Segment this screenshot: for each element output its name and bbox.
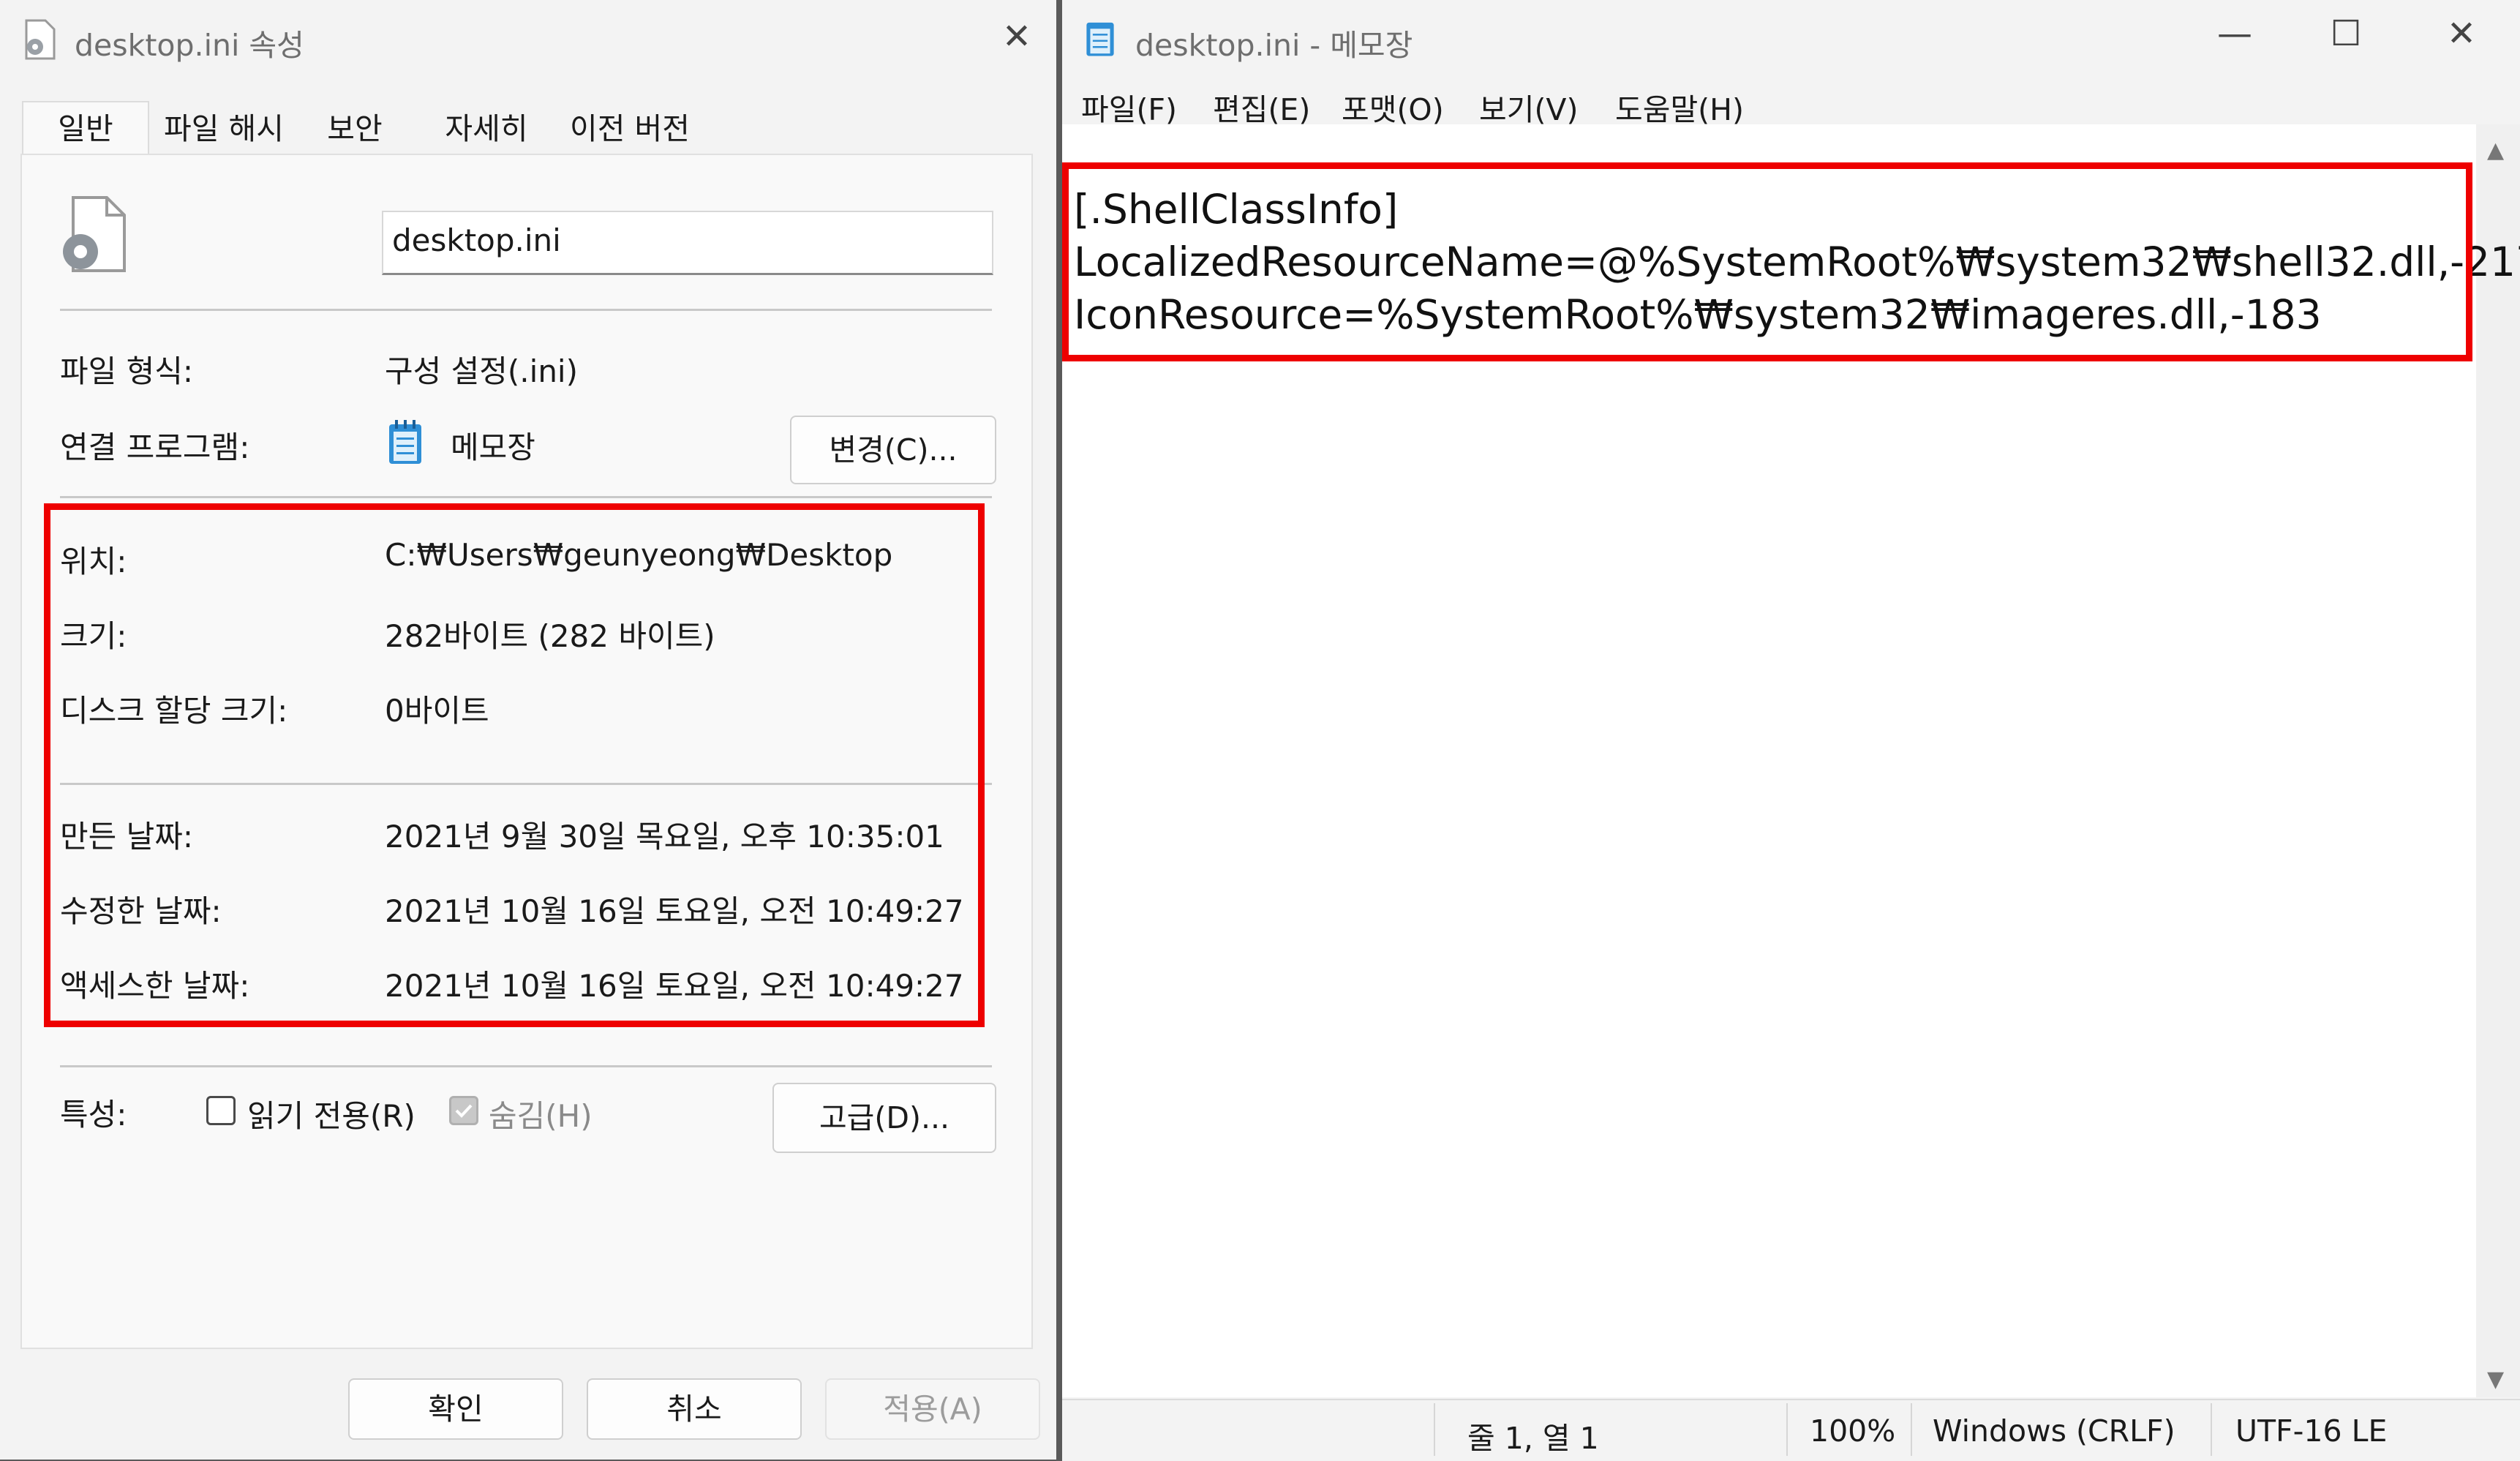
tab-general[interactable]: 일반: [22, 101, 149, 157]
encoding: UTF-16 LE: [2235, 1413, 2388, 1449]
cursor-position: 줄 1, 열 1: [1467, 1421, 1599, 1456]
separator: [60, 496, 992, 498]
menu-file[interactable]: 파일(F): [1081, 85, 1177, 129]
minimize-button[interactable]: —: [2209, 13, 2260, 54]
file-type-label: 파일 형식:: [60, 353, 194, 389]
hidden-label: 숨김(H): [489, 1098, 593, 1134]
line-ending: Windows (CRLF): [1933, 1413, 2175, 1449]
filename-input[interactable]: desktop.ini: [382, 211, 993, 275]
notepad-app-icon: [1086, 22, 1114, 56]
scroll-down-icon[interactable]: ▼: [2487, 1367, 2504, 1392]
checkmark-icon: [455, 1104, 473, 1118]
separator: [60, 309, 992, 311]
highlight-box-details: [44, 503, 985, 1027]
tab-previous-versions[interactable]: 이전 버전: [553, 102, 707, 155]
readonly-checkbox[interactable]: [206, 1096, 236, 1125]
tab-details[interactable]: 자세히: [432, 102, 541, 155]
properties-title: desktop.ini 속성: [75, 28, 304, 63]
notepad-window: desktop.ini - 메모장 — ☐ ✕ 파일(F) 편집(E) 포맷(O…: [1062, 0, 2520, 1461]
properties-titlebar[interactable]: desktop.ini 속성 ✕: [0, 0, 1056, 76]
change-button[interactable]: 변경(C)...: [790, 416, 996, 484]
readonly-label: 읽기 전용(R): [247, 1098, 415, 1134]
highlight-box-contents: [1062, 162, 2472, 361]
cancel-button[interactable]: 취소: [587, 1378, 802, 1440]
status-divider: [1911, 1403, 1912, 1456]
hidden-checkbox: [449, 1096, 478, 1125]
opens-with-value: 메모장: [451, 429, 535, 465]
advanced-button[interactable]: 고급(D)...: [772, 1083, 996, 1153]
status-divider: [1434, 1403, 1435, 1456]
status-divider: [2211, 1403, 2212, 1456]
close-button[interactable]: ✕: [2436, 13, 2487, 54]
properties-dialog: desktop.ini 속성 ✕ 일반 파일 해시 보안 자세히 이전 버전 d…: [0, 0, 1056, 1460]
menu-format[interactable]: 포맷(O): [1342, 85, 1444, 129]
attributes-label: 특성:: [60, 1097, 127, 1133]
tab-security[interactable]: 보안: [307, 102, 402, 155]
apply-button: 적용(A): [825, 1378, 1040, 1440]
vertical-scrollbar[interactable]: [2476, 124, 2520, 1397]
file-gear-icon: [63, 196, 126, 272]
menu-help[interactable]: 도움말(H): [1615, 85, 1744, 129]
status-divider: [1786, 1403, 1788, 1456]
tab-file-hash[interactable]: 파일 해시: [151, 102, 297, 155]
notepad-title: desktop.ini - 메모장: [1135, 28, 1413, 63]
separator: [60, 1065, 992, 1067]
menu-view[interactable]: 보기(V): [1479, 85, 1578, 129]
ok-button[interactable]: 확인: [348, 1378, 563, 1440]
ini-file-icon: [25, 19, 56, 60]
menu-edit[interactable]: 편집(E): [1213, 85, 1310, 129]
file-type-value: 구성 설정(.ini): [385, 353, 578, 389]
scroll-up-icon[interactable]: ▲: [2487, 138, 2504, 163]
zoom-level: 100%: [1810, 1413, 1896, 1449]
notepad-icon: [389, 420, 421, 464]
opens-with-label: 연결 프로그램:: [60, 429, 250, 465]
properties-close-button[interactable]: ✕: [995, 16, 1039, 57]
maximize-button[interactable]: ☐: [2320, 13, 2372, 54]
